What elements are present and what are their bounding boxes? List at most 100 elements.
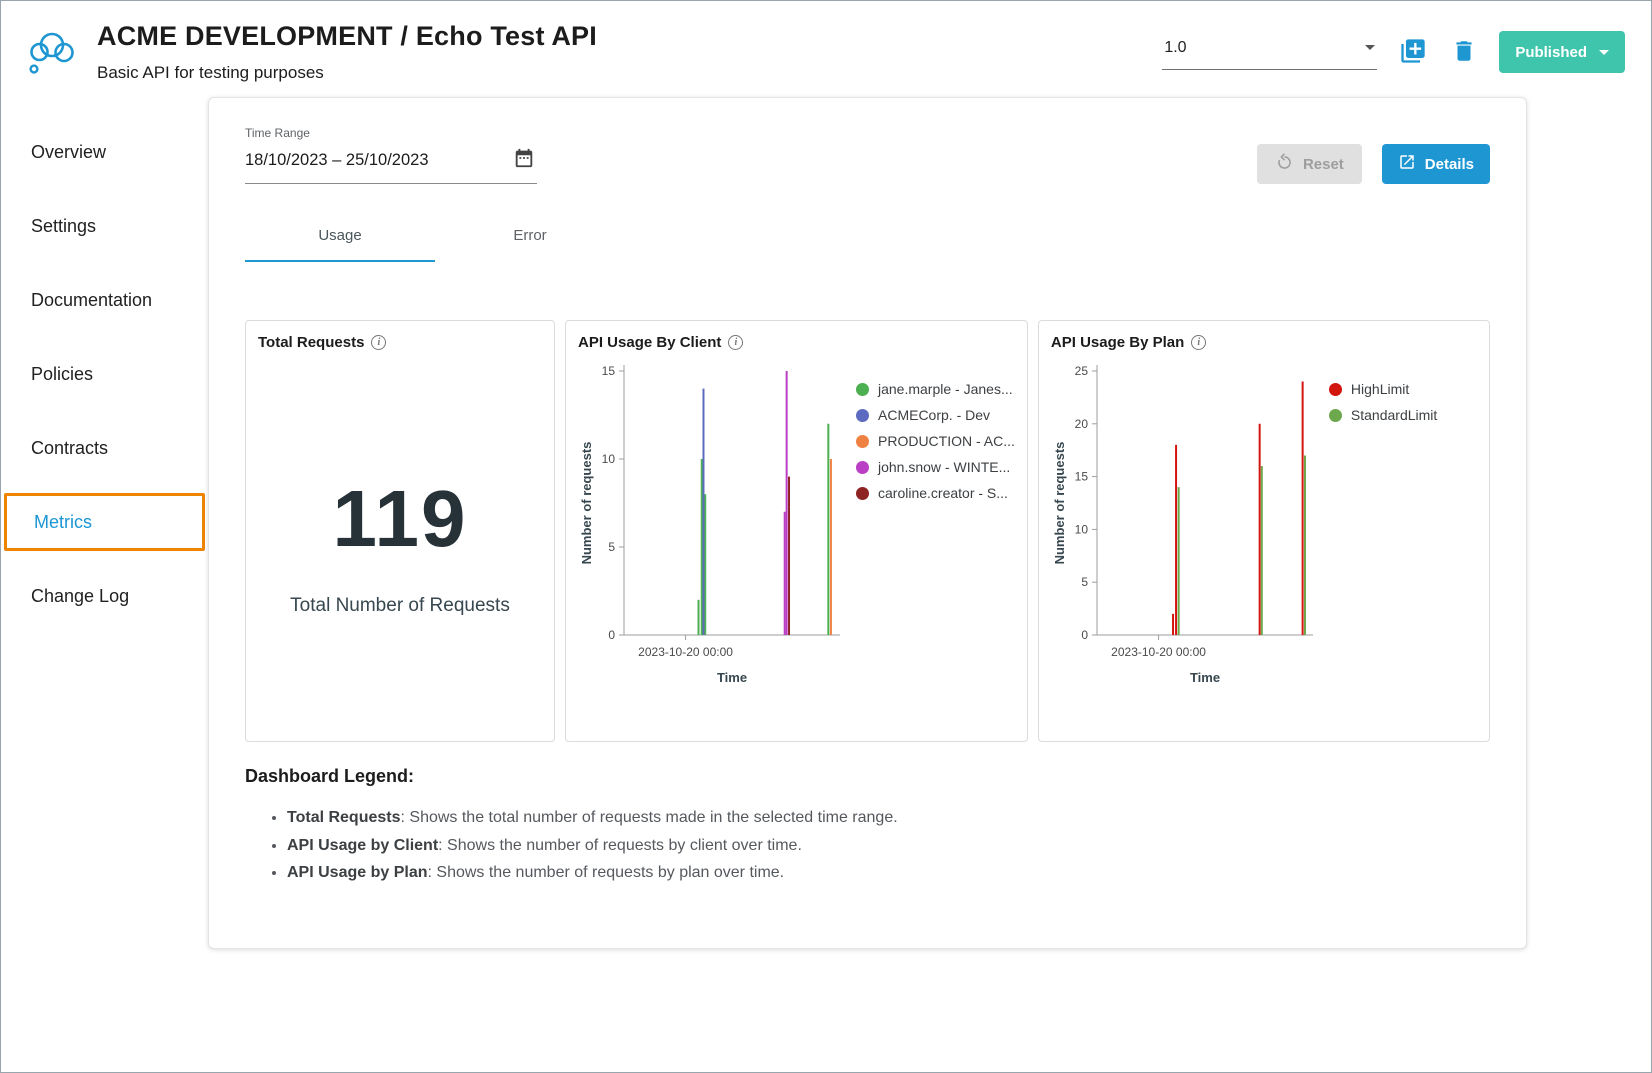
svg-text:Time: Time <box>717 670 747 685</box>
list-item: API Usage by Plan: Shows the number of r… <box>287 862 1490 885</box>
usage-by-client-chart: 0 5 10 15 2023-10-20 00:00 Time Number of requ… <box>578 355 850 691</box>
svg-text:0: 0 <box>608 628 615 642</box>
legend-label: caroline.creator - S... <box>878 485 1008 501</box>
sidebar-nav: Overview Settings Documentation Policies… <box>1 97 208 949</box>
published-label: Published <box>1515 44 1587 61</box>
cloud-icon <box>25 27 79 82</box>
legend-color-dot <box>856 461 869 474</box>
details-label: Details <box>1425 156 1474 173</box>
legend-color-dot <box>1329 409 1342 422</box>
version-select[interactable]: 1.0 <box>1162 35 1377 70</box>
chart-legend-item[interactable]: PRODUCTION - AC... <box>856 433 1015 449</box>
add-version-button[interactable] <box>1397 35 1429 70</box>
delete-button[interactable] <box>1449 36 1479 69</box>
svg-text:25: 25 <box>1075 364 1089 378</box>
svg-text:5: 5 <box>1081 575 1088 589</box>
info-icon[interactable]: i <box>1191 335 1206 350</box>
svg-text:10: 10 <box>602 452 616 466</box>
app-header: ACME DEVELOPMENT / Echo Test API Basic A… <box>1 1 1651 83</box>
legend-label: StandardLimit <box>1351 407 1437 423</box>
svg-text:10: 10 <box>1075 522 1089 536</box>
sidebar-item-metrics[interactable]: Metrics <box>4 493 205 551</box>
chevron-down-icon <box>1365 45 1375 50</box>
usage-by-plan-card: API Usage By Plan i 05101520252023-10-20… <box>1038 320 1490 742</box>
total-requests-caption: Total Number of Requests <box>258 595 542 617</box>
reset-label: Reset <box>1303 156 1344 173</box>
restore-icon <box>1275 153 1294 176</box>
chart-legend-item[interactable]: jane.marple - Janes... <box>856 381 1015 397</box>
calendar-icon[interactable] <box>513 147 535 174</box>
time-range-label: Time Range <box>245 126 537 140</box>
sidebar-item-change-log[interactable]: Change Log <box>1 559 208 633</box>
svg-text:15: 15 <box>602 364 616 378</box>
add-to-library-icon <box>1399 37 1427 68</box>
usage-by-client-title: API Usage By Client i <box>578 334 1015 351</box>
legend-color-dot <box>856 409 869 422</box>
sidebar-item-settings[interactable]: Settings <box>1 189 208 263</box>
metrics-tabs: Usage Error <box>245 212 1490 262</box>
chart-legend-item[interactable]: ACMECorp. - Dev <box>856 407 1015 423</box>
chevron-down-icon <box>1599 50 1609 55</box>
usage-by-client-card: API Usage By Client i 0 5 10 15 2023-10-20 0… <box>565 320 1028 742</box>
details-button[interactable]: Details <box>1382 144 1490 184</box>
sidebar-item-documentation[interactable]: Documentation <box>1 263 208 337</box>
time-range-field[interactable]: 18/10/2023 – 25/10/2023 <box>245 140 537 184</box>
usage-by-plan-body: 05101520252023-10-20 00:00TimeNumber of … <box>1051 355 1477 691</box>
svg-text:2023-10-20 00:00: 2023-10-20 00:00 <box>1111 645 1206 659</box>
tab-usage[interactable]: Usage <box>245 212 435 262</box>
toolbar-buttons: Reset Details <box>1257 126 1490 184</box>
sidebar-item-overview[interactable]: Overview <box>1 115 208 189</box>
trash-icon <box>1451 38 1477 67</box>
version-value: 1.0 <box>1164 39 1186 57</box>
open-in-new-icon <box>1398 153 1416 175</box>
info-icon[interactable]: i <box>728 335 743 350</box>
chart-legend-item[interactable]: john.snow - WINTE... <box>856 459 1015 475</box>
svg-text:Number of requests: Number of requests <box>579 442 594 565</box>
usage-by-plan-legend: HighLimit StandardLimit <box>1323 355 1473 691</box>
usage-by-plan-title: API Usage By Plan i <box>1051 334 1477 351</box>
total-requests-value: 119 <box>258 473 542 565</box>
charts-row: Total Requests i 119 Total Number of Req… <box>245 320 1490 742</box>
list-item: API Usage by Client: Shows the number of… <box>287 835 1490 858</box>
chart-legend-item[interactable]: caroline.creator - S... <box>856 485 1015 501</box>
list-item: Total Requests: Shows the total number o… <box>287 807 1490 830</box>
tab-error[interactable]: Error <box>435 212 625 262</box>
sidebar-item-contracts[interactable]: Contracts <box>1 411 208 485</box>
published-button[interactable]: Published <box>1499 31 1625 73</box>
usage-by-plan-chart: 05101520252023-10-20 00:00TimeNumber of … <box>1051 355 1323 691</box>
legend-label: HighLimit <box>1351 381 1409 397</box>
info-icon[interactable]: i <box>371 335 386 350</box>
page-title: ACME DEVELOPMENT / Echo Test API <box>97 21 597 52</box>
app-window: ACME DEVELOPMENT / Echo Test API Basic A… <box>0 0 1652 1073</box>
svg-text:15: 15 <box>1075 470 1089 484</box>
dashboard-legend: Dashboard Legend: Total Requests: Shows … <box>245 766 1490 885</box>
header-actions: 1.0 Published <box>1162 21 1625 73</box>
metrics-panel: Time Range 18/10/2023 – 25/10/2023 <box>208 97 1527 949</box>
legend-color-dot <box>856 383 869 396</box>
page-subtitle: Basic API for testing purposes <box>97 63 597 83</box>
svg-text:Number of requests: Number of requests <box>1052 442 1067 565</box>
legend-color-dot <box>856 435 869 448</box>
total-requests-card: Total Requests i 119 Total Number of Req… <box>245 320 555 742</box>
legend-label: ACMECorp. - Dev <box>878 407 990 423</box>
total-requests-title: Total Requests i <box>258 334 542 351</box>
svg-text:5: 5 <box>608 540 615 554</box>
svg-text:2023-10-20 00:00: 2023-10-20 00:00 <box>638 645 733 659</box>
time-range-value: 18/10/2023 – 25/10/2023 <box>245 151 429 170</box>
dashboard-legend-list: Total Requests: Shows the total number o… <box>287 807 1490 885</box>
chart-legend-item[interactable]: StandardLimit <box>1329 407 1473 423</box>
legend-label: john.snow - WINTE... <box>878 459 1010 475</box>
svg-text:Time: Time <box>1190 670 1220 685</box>
time-range-block: Time Range 18/10/2023 – 25/10/2023 <box>245 126 537 184</box>
reset-button[interactable]: Reset <box>1257 144 1362 184</box>
title-block: ACME DEVELOPMENT / Echo Test API Basic A… <box>97 21 597 83</box>
usage-by-client-body: 0 5 10 15 2023-10-20 00:00 Time Number of requ… <box>578 355 1015 691</box>
legend-color-dot <box>1329 383 1342 396</box>
svg-text:0: 0 <box>1081 628 1088 642</box>
sidebar-item-policies[interactable]: Policies <box>1 337 208 411</box>
chart-legend-item[interactable]: HighLimit <box>1329 381 1473 397</box>
legend-label: jane.marple - Janes... <box>878 381 1013 397</box>
legend-label: PRODUCTION - AC... <box>878 433 1015 449</box>
legend-color-dot <box>856 487 869 500</box>
usage-by-client-legend: jane.marple - Janes... ACMECorp. - Dev PRO… <box>850 355 1015 691</box>
